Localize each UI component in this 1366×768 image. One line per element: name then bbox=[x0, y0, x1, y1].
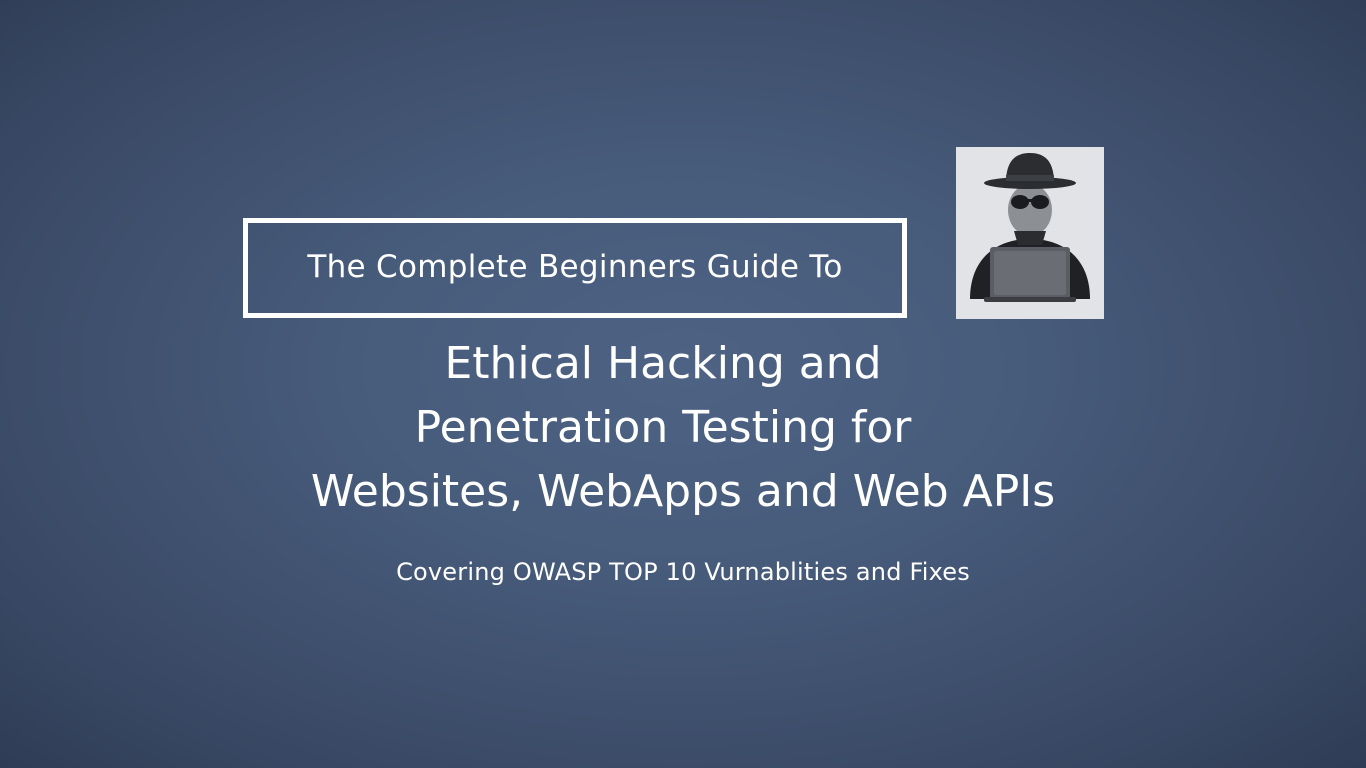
guide-label: The Complete Beginners Guide To bbox=[307, 249, 843, 285]
title-line-2: Penetration Testing for bbox=[414, 402, 912, 453]
subtitle: Covering OWASP TOP 10 Vurnablities and F… bbox=[396, 558, 970, 586]
title-line-1: Ethical Hacking and bbox=[444, 338, 882, 389]
guide-label-box: The Complete Beginners Guide To bbox=[243, 218, 907, 318]
hacker-with-laptop-icon bbox=[956, 147, 1104, 319]
title-line-3: Websites, WebApps and Web APIs bbox=[310, 466, 1056, 517]
title-slide: The Complete Beginners Guide To Ethical … bbox=[0, 0, 1366, 768]
